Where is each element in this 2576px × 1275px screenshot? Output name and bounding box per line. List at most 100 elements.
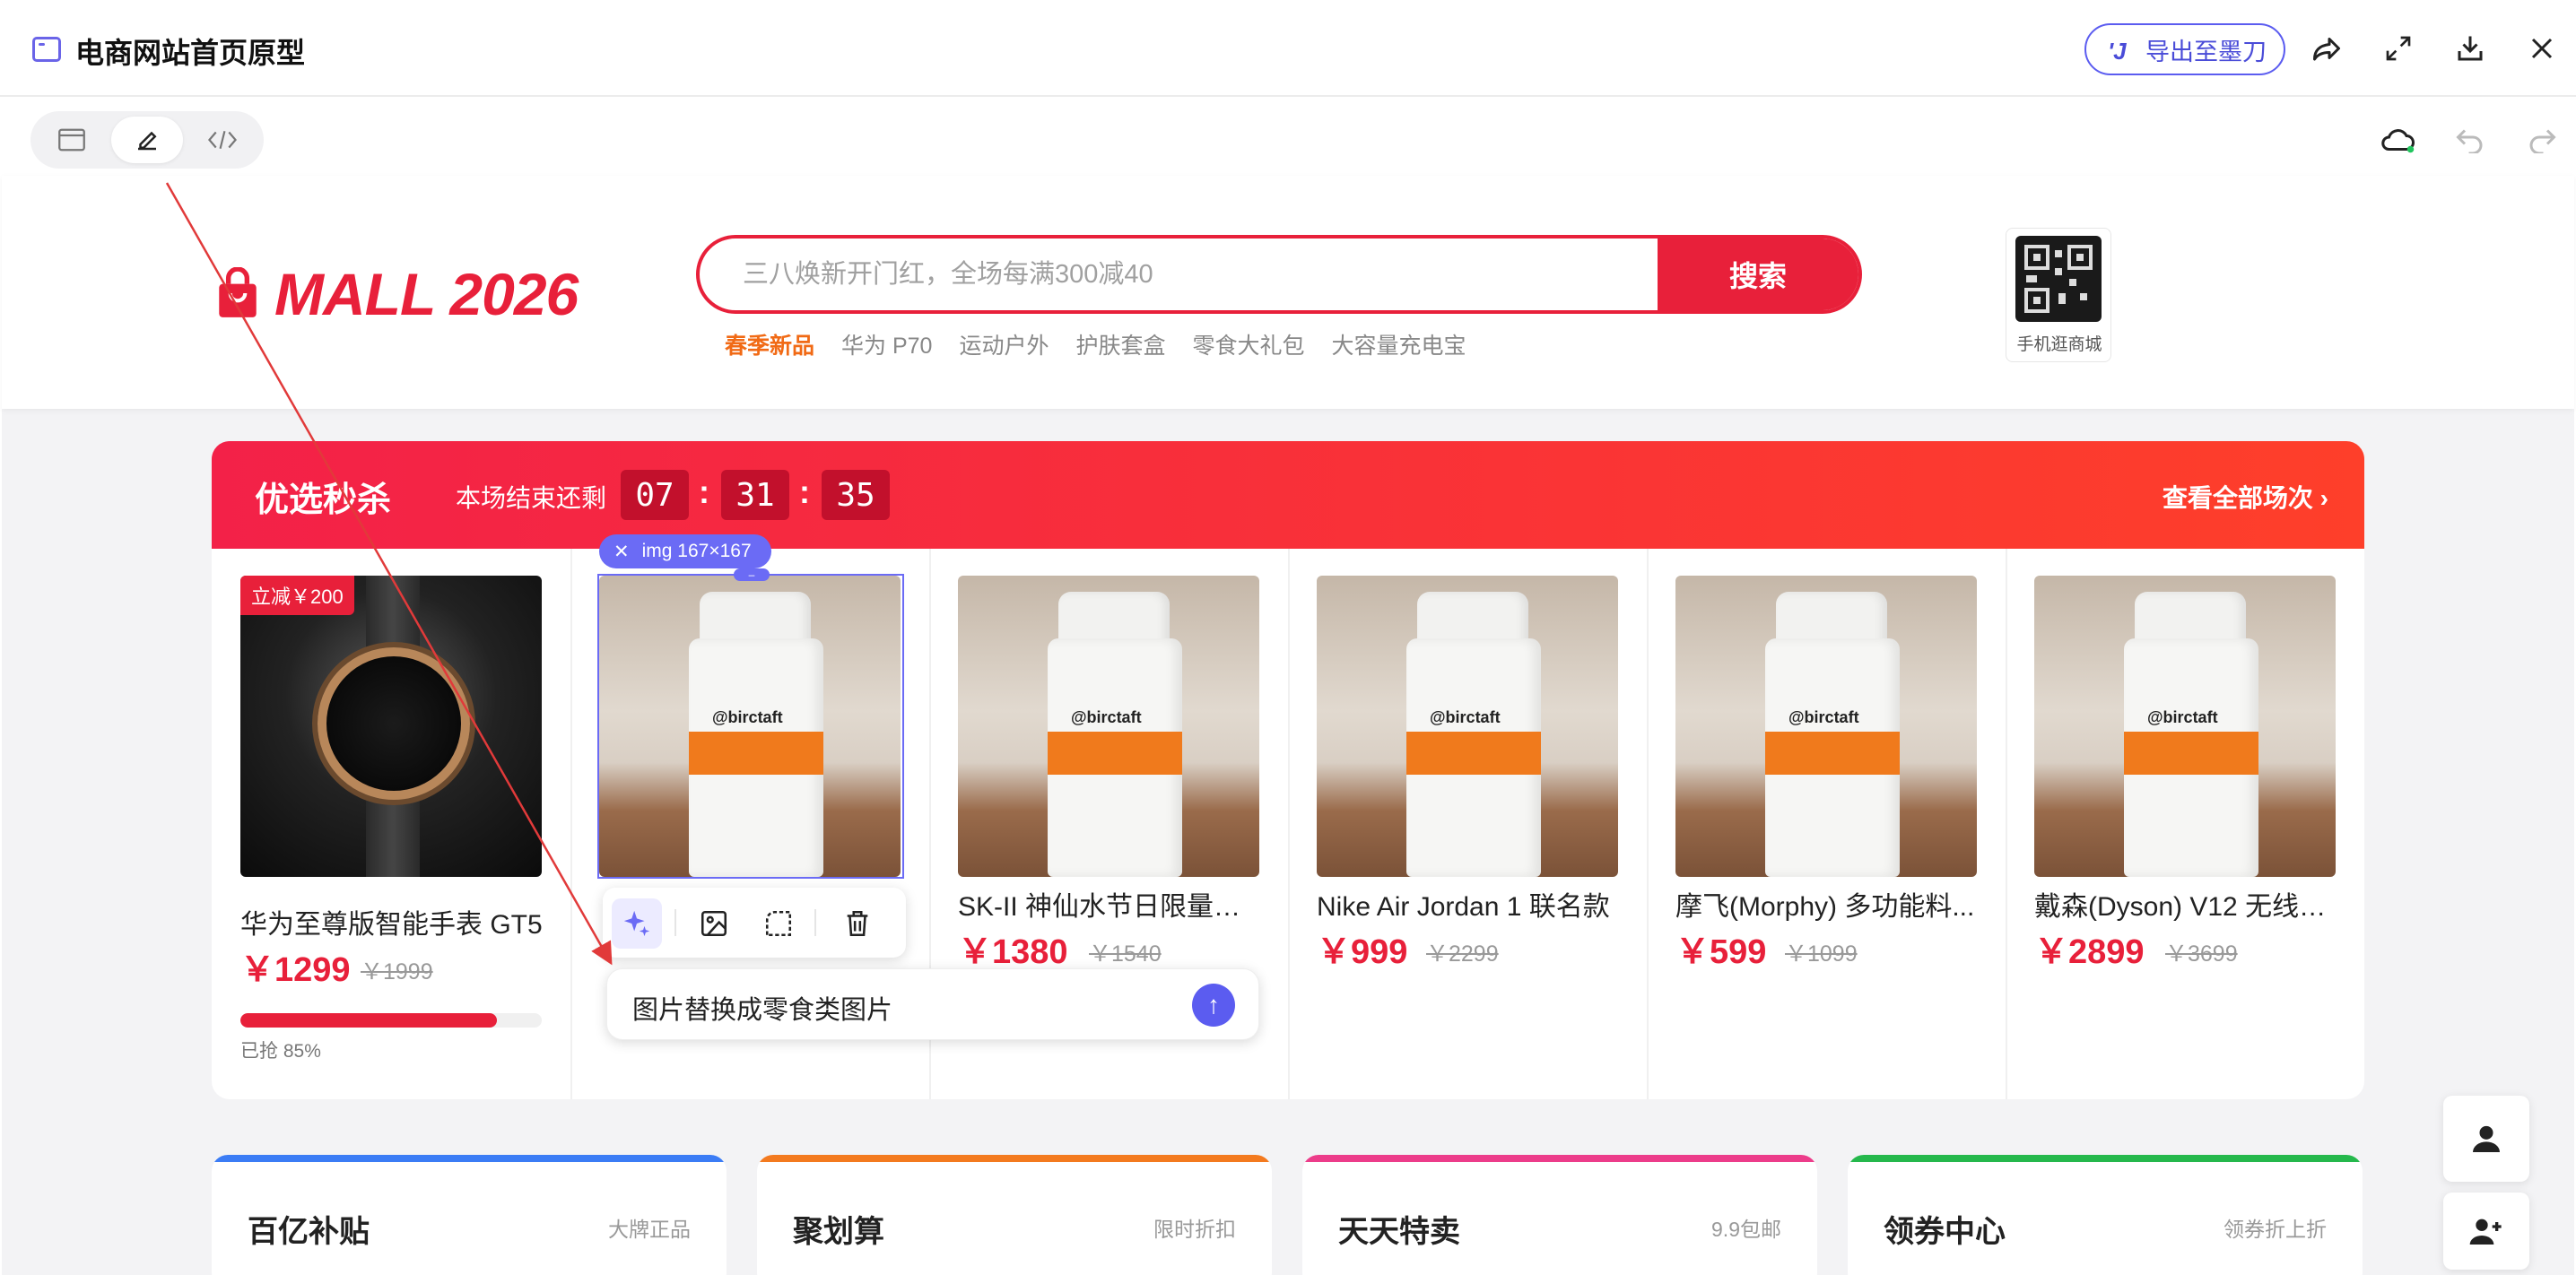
hot-keyword[interactable]: 运动户外 [959,328,1049,360]
hot-keyword[interactable]: 大容量充电宝 [1332,328,1466,360]
product-card[interactable]: 立减￥200 华为至尊版智能手表 GT5 ￥1299 ￥1999 已抢 85% [212,549,570,1099]
window-title: 电商网站首页原型 [75,37,306,69]
promo-card-accent [757,1155,1272,1162]
edit-mode-button[interactable] [111,117,183,163]
product-old-price: ￥3699 [2165,941,2238,967]
hot-keyword[interactable]: 春季新品 [725,328,814,360]
discount-badge: 立减￥200 [240,576,354,615]
promo-card-subtitle: 领券折上折 [2224,1218,2327,1241]
countdown-minutes: 31 [721,470,789,520]
fullscreen-icon[interactable] [2377,27,2420,70]
share-icon[interactable] [2305,27,2348,70]
sold-progress-bar [240,1013,542,1028]
send-arrow-icon[interactable]: ↑ [1192,984,1235,1027]
close-icon[interactable] [2520,27,2563,70]
product-name: 摩飞(Morphy) 多功能料... [1675,892,1975,922]
promo-card-accent [1848,1155,2363,1162]
toolbar-divider [674,909,676,936]
qr-code-card[interactable]: 手机逛商城 [2006,228,2111,362]
product-image[interactable]: @birctaft [958,576,1259,877]
deselect-icon[interactable]: ✕ [614,541,630,563]
countdown-label: 本场结束还剩 [456,484,607,512]
image-icon[interactable] [689,898,739,949]
ai-prompt-input[interactable]: 图片替换成零食类图片 ↑ [606,968,1259,1040]
product-price: ￥1380 [958,933,1068,971]
crop-icon[interactable] [753,898,804,949]
promo-card-accent [1302,1155,1817,1162]
promo-card-title: 聚划算 [793,1215,884,1249]
export-button[interactable]: 'J 导出至墨刀 [2084,23,2285,75]
search-input[interactable] [743,239,1675,310]
window-titlebar: 电商网站首页原型 'J 导出至墨刀 [0,0,2576,97]
window-icon [32,37,61,62]
qr-label: 手机逛商城 [2016,335,2102,354]
search-button[interactable]: 搜索 [1658,239,1858,310]
element-edit-toolbar [603,888,906,958]
hot-keyword[interactable]: 护肤套盒 [1075,328,1165,360]
add-user-icon [2469,1219,2502,1245]
preview-mode-icon[interactable] [50,118,93,161]
product-name: 戴森(Dyson) V12 无线吸... [2034,892,2339,922]
resize-handle[interactable]: – [734,568,770,581]
hot-keywords: 春季新品 华为 P70 运动户外 护肤套盒 零食大礼包 大容量充电宝 [725,328,1466,360]
selection-tag: ✕ img 167×167 [599,534,771,568]
trash-icon[interactable] [832,898,883,949]
hot-keyword[interactable]: 零食大礼包 [1192,328,1304,360]
qr-code-icon [2015,236,2102,322]
product-price: ￥2899 [2034,933,2145,971]
product-card[interactable]: @birctaft 摩飞(Morphy) 多功能料... ￥599 ￥1099 [1649,549,2006,1099]
user-center-button[interactable] [2443,1096,2529,1182]
product-name: 华为至尊版智能手表 GT5 [240,910,543,940]
product-old-price: ￥1999 [361,959,433,984]
product-old-price: ￥1540 [1089,941,1162,967]
code-mode-icon[interactable] [201,118,244,161]
product-image[interactable]: @birctaft [2034,576,2336,877]
countdown-seconds: 35 [822,470,890,520]
product-price: ￥599 [1675,933,1767,971]
countdown-colon: : [699,473,709,510]
undo-icon[interactable] [2449,118,2492,161]
flash-sale-title: 优选秒杀 [255,481,392,519]
cloud-sync-icon [2377,118,2420,161]
mode-switcher [30,111,264,169]
redo-icon[interactable] [2520,118,2563,161]
promo-card-title: 天天特卖 [1338,1215,1460,1249]
promo-card[interactable]: 天天特卖 9.9包邮 [1302,1155,1817,1275]
countdown-hours: 07 [621,470,689,520]
promo-card[interactable]: 领券中心 领券折上折 [1848,1155,2363,1275]
product-card[interactable]: @birctaft Nike Air Jordan 1 联名款 ￥999 ￥22… [1290,549,1647,1099]
add-friend-button[interactable] [2443,1193,2529,1270]
promo-card-title: 百亿补贴 [248,1215,370,1249]
product-image[interactable]: @birctaft [1675,576,1977,877]
hot-keyword[interactable]: 华为 P70 [841,328,932,360]
download-icon[interactable] [2449,27,2492,70]
ai-sparkle-icon[interactable] [612,898,662,949]
product-name: SK-II 神仙水节日限量版... [958,892,1263,922]
product-old-price: ￥1099 [1785,941,1858,967]
promo-card-subtitle: 限时折扣 [1153,1218,1236,1241]
promo-card[interactable]: 聚划算 限时折扣 [757,1155,1272,1275]
search-bar: 搜索 [696,235,1862,314]
product-card[interactable]: @birctaft 戴森(Dyson) V12 无线吸... ￥2899 ￥36… [2007,549,2364,1099]
promo-card-title: 领券中心 [1884,1215,2006,1249]
flash-sale-header: 优选秒杀 本场结束还剩 07 : 31 : 35 查看全部场次 › [212,441,2364,549]
selection-box[interactable] [597,574,904,879]
product-image[interactable]: @birctaft [1317,576,1618,877]
toolbar-divider [814,909,816,936]
export-label: 导出至墨刀 [2145,38,2267,65]
product-old-price: ￥2299 [1426,941,1499,967]
promo-card[interactable]: 百亿补贴 大牌正品 [212,1155,727,1275]
product-price: ￥999 [1317,933,1408,971]
promo-card-subtitle: 9.9包邮 [1711,1218,1781,1241]
product-name: Nike Air Jordan 1 联名款 [1317,892,1610,922]
product-image[interactable]: 立减￥200 [240,576,542,877]
product-price: ￥1299 [240,951,351,989]
prompt-text[interactable]: 图片替换成零食类图片 [632,989,892,1027]
modao-icon: 'J [2108,38,2127,65]
site-logo[interactable]: MALL 2026 [274,260,579,328]
shopping-bag-icon [215,266,260,324]
user-icon [2473,1125,2500,1152]
selection-tag-label: img 167×167 [641,541,752,561]
view-all-link[interactable]: 查看全部场次 › [2163,479,2328,515]
sold-progress-label: 已抢 85% [240,1041,321,1062]
